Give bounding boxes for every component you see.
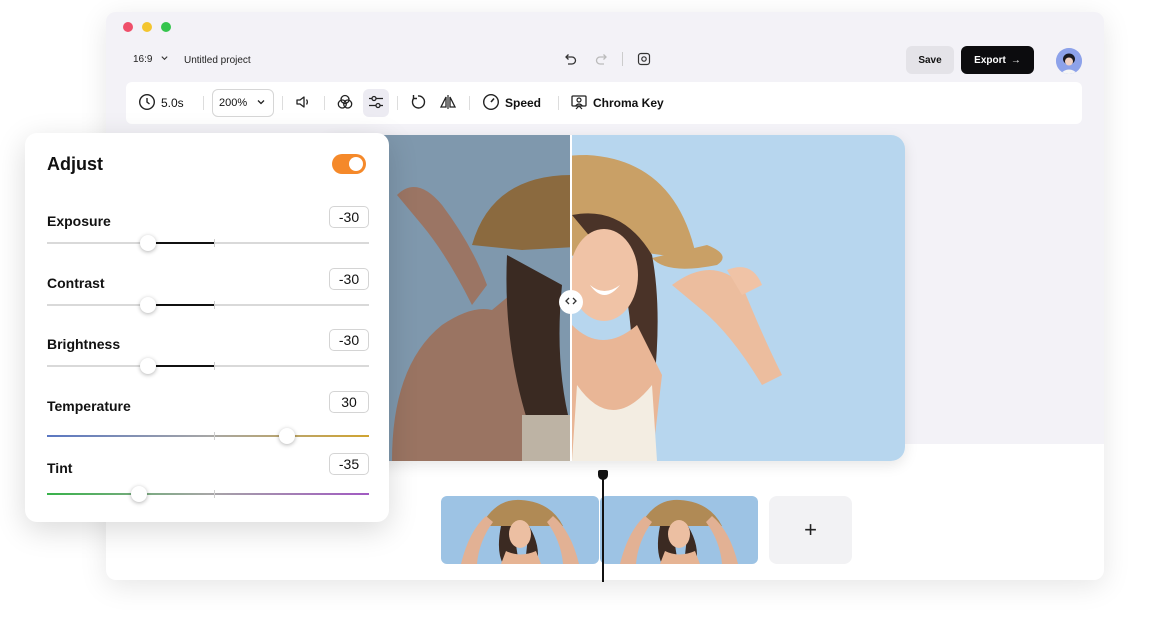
contrast-value-input[interactable]: -30 [329, 268, 369, 290]
contrast-label: Contrast [47, 275, 105, 291]
tint-control: Tint -35 [47, 453, 369, 516]
chevron-down-icon[interactable] [160, 53, 169, 64]
flip-icon [439, 93, 457, 114]
contrast-control: Contrast -30 [47, 268, 369, 331]
temperature-control: Temperature 30 [47, 391, 369, 454]
clip-thumbnail [441, 496, 599, 564]
speed-label: Speed [505, 96, 542, 110]
toggle-knob [349, 157, 363, 171]
chroma-key-icon [570, 93, 588, 114]
arrow-right-icon: → [1010, 54, 1021, 66]
brightness-label: Brightness [47, 336, 121, 352]
rotate-icon [409, 93, 427, 114]
editor-header: 16:9 Untitled project Save Export → [106, 44, 1104, 78]
video-preview[interactable] [322, 135, 905, 461]
exposure-value-input[interactable]: -30 [329, 206, 369, 228]
toolbar-divider [203, 96, 204, 110]
speed-button[interactable]: Speed [482, 82, 541, 124]
brightness-slider-thumb[interactable] [140, 358, 156, 374]
undo-icon[interactable] [562, 51, 578, 67]
brightness-slider-fill [148, 365, 214, 367]
preview-photo [322, 135, 905, 461]
temperature-label: Temperature [47, 398, 131, 414]
redo-icon[interactable] [594, 51, 610, 67]
timeline-clip[interactable] [441, 496, 599, 564]
zoom-select[interactable]: 200% [212, 89, 274, 117]
slider-center-tick [214, 301, 215, 309]
toolbar-divider [469, 96, 470, 110]
close-window-button[interactable] [123, 22, 133, 32]
chroma-key-button[interactable]: Chroma Key [570, 82, 664, 124]
chevron-down-icon [255, 96, 267, 111]
zoom-value: 200% [219, 97, 248, 109]
volume-icon [294, 93, 312, 114]
maximize-window-button[interactable] [161, 22, 171, 32]
avatar[interactable] [1056, 48, 1082, 74]
tint-value-input[interactable]: -35 [329, 453, 369, 475]
project-name[interactable]: Untitled project [184, 55, 251, 66]
clock-icon [138, 93, 156, 114]
aspect-ratio-selector[interactable]: 16:9 [133, 54, 152, 65]
panel-title: Adjust [47, 154, 103, 174]
toolbar-divider [282, 96, 283, 110]
contrast-slider-fill [148, 304, 214, 306]
exposure-control: Exposure -30 [47, 206, 369, 269]
header-divider [622, 52, 623, 66]
export-label: Export [974, 54, 1006, 66]
chroma-key-label: Chroma Key [593, 96, 664, 110]
toolbar-divider [397, 96, 398, 110]
brightness-control: Brightness -30 [47, 329, 369, 392]
screenshot-icon[interactable] [636, 51, 652, 67]
adjust-sliders-icon [367, 93, 385, 114]
adjust-button[interactable] [367, 82, 385, 124]
speed-icon [482, 93, 500, 114]
brightness-value-input[interactable]: -30 [329, 329, 369, 351]
slider-center-tick [214, 490, 215, 498]
clip-thumbnail [600, 496, 758, 564]
playhead[interactable] [602, 478, 604, 582]
title-bar [106, 12, 1104, 42]
stage: 16:9 Untitled project Save Export → 5.0s… [0, 0, 1175, 630]
adjust-toggle[interactable] [332, 154, 366, 174]
tint-slider-track[interactable] [47, 493, 369, 495]
tint-label: Tint [47, 460, 73, 476]
temperature-slider-track[interactable] [47, 435, 369, 437]
drag-horizontal-icon [565, 296, 577, 308]
toolbar-divider [558, 96, 559, 110]
exposure-label: Exposure [47, 213, 111, 229]
add-clip-button[interactable]: + [769, 496, 852, 564]
tint-slider-thumb[interactable] [131, 486, 147, 502]
slider-center-tick [214, 362, 215, 370]
adjust-panel: Adjust Exposure -30 Contrast -30 Brightn… [25, 133, 389, 522]
exposure-slider-fill [148, 242, 214, 244]
volume-button[interactable] [294, 82, 312, 124]
export-button[interactable]: Export → [961, 46, 1034, 74]
duration-value: 5.0s [161, 96, 184, 110]
temperature-slider-thumb[interactable] [279, 428, 295, 444]
exposure-slider-thumb[interactable] [140, 235, 156, 251]
slider-center-tick [214, 239, 215, 247]
flip-button[interactable] [439, 82, 457, 124]
duration-control[interactable]: 5.0s [138, 82, 184, 124]
color-filter-icon [336, 93, 354, 114]
save-button[interactable]: Save [906, 46, 954, 74]
toolbar-divider [324, 96, 325, 110]
slider-center-tick [214, 432, 215, 440]
minimize-window-button[interactable] [142, 22, 152, 32]
rotate-button[interactable] [409, 82, 427, 124]
contrast-slider-thumb[interactable] [140, 297, 156, 313]
timeline-clip[interactable] [600, 496, 758, 564]
filters-button[interactable] [336, 82, 354, 124]
compare-handle[interactable] [559, 290, 583, 314]
temperature-value-input[interactable]: 30 [329, 391, 369, 413]
playhead-handle[interactable] [598, 470, 608, 480]
edit-toolbar: 5.0s 200% Speed Chroma Key [126, 82, 1082, 124]
